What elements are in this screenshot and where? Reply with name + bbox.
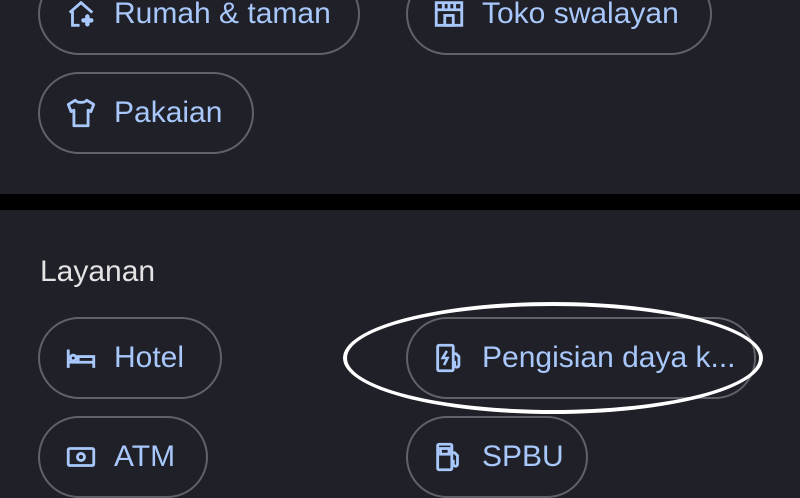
services-panel: Layanan Hotel Pengisian daya k... ATM SP… xyxy=(0,210,800,498)
shirt-icon xyxy=(64,96,98,130)
bed-icon xyxy=(64,341,98,375)
chip-atm[interactable]: ATM xyxy=(38,416,208,498)
chip-label: Toko swalayan xyxy=(482,0,679,30)
chip-hotel[interactable]: Hotel xyxy=(38,317,222,399)
section-title: Layanan xyxy=(40,255,156,288)
chip-home-garden[interactable]: Rumah & taman xyxy=(38,0,360,55)
chip-label: Pakaian xyxy=(114,96,223,129)
chip-grocery-store[interactable]: Toko swalayan xyxy=(406,0,712,55)
chip-clothing[interactable]: Pakaian xyxy=(38,72,254,154)
chip-label: SPBU xyxy=(482,440,564,473)
chip-ev-charging[interactable]: Pengisian daya k... xyxy=(406,317,756,399)
ev-charging-icon xyxy=(432,341,466,375)
chip-label: Rumah & taman xyxy=(114,0,331,30)
shopping-categories-panel: Rumah & taman Toko swalayan Pakaian xyxy=(0,0,800,194)
atm-icon xyxy=(64,440,98,474)
grocery-store-icon xyxy=(432,0,466,31)
gas-station-icon xyxy=(432,440,466,474)
chip-label: Pengisian daya k... xyxy=(482,341,736,374)
section-divider xyxy=(0,194,800,210)
chip-gas-station[interactable]: SPBU xyxy=(406,416,588,498)
home-garden-icon xyxy=(64,0,98,31)
chip-label: ATM xyxy=(114,440,176,473)
chip-label: Hotel xyxy=(114,341,185,374)
